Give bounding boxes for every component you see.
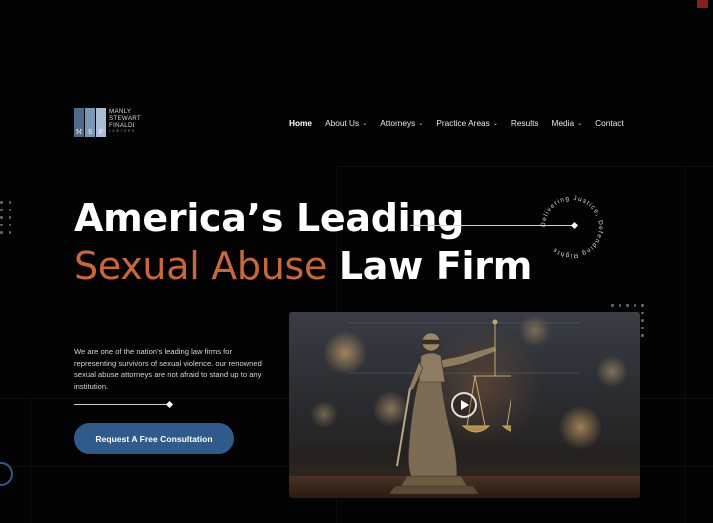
chevron-down-icon: ⌄ bbox=[577, 120, 583, 127]
logo-block: M bbox=[74, 108, 84, 137]
request-consultation-button[interactable]: Request A Free Consultation bbox=[74, 423, 234, 454]
circular-tagline-badge: Delivering Justice, Defending Rights bbox=[540, 195, 604, 259]
hero-title-accent: Sexual Abuse bbox=[74, 244, 328, 288]
lady-justice-statue bbox=[388, 319, 511, 495]
nav-label: About Us bbox=[325, 118, 360, 128]
logo-letter: M bbox=[75, 129, 83, 136]
hero-video[interactable] bbox=[289, 312, 640, 498]
chevron-down-icon: ⌄ bbox=[362, 120, 368, 127]
nav-label: Contact bbox=[595, 118, 624, 128]
main-nav: Home About Us ⌄ Attorneys ⌄ Practice Areas… bbox=[289, 118, 624, 128]
logo-mark: M S F bbox=[74, 108, 106, 137]
play-icon[interactable] bbox=[451, 392, 477, 418]
hero-title-line1: America’s Leading bbox=[74, 196, 465, 240]
logo-line: MANLY bbox=[109, 108, 132, 115]
nav-label: Media bbox=[551, 118, 575, 128]
svg-text:Delivering Justice, Defending: Delivering Justice, Defending Rights bbox=[540, 195, 604, 259]
logo-subline: LAWYERS bbox=[109, 129, 136, 133]
logo-line: STEWART bbox=[109, 115, 142, 122]
logo-wordmark: MANLY STEWART FINALDI LAWYERS bbox=[109, 108, 141, 134]
nav-label: Home bbox=[289, 118, 313, 128]
nav-item-attorneys[interactable]: Attorneys ⌄ bbox=[380, 118, 423, 128]
nav-item-practice-areas[interactable]: Practice Areas ⌄ bbox=[436, 118, 498, 128]
intro-divider bbox=[74, 404, 170, 405]
nav-item-contact[interactable]: Contact bbox=[595, 118, 624, 128]
nav-label: Results bbox=[510, 118, 539, 128]
nav-label: Attorneys bbox=[380, 118, 416, 128]
bg-grid-line bbox=[336, 166, 713, 167]
logo-block: F bbox=[96, 108, 106, 137]
nav-item-about-us[interactable]: About Us ⌄ bbox=[325, 118, 367, 128]
divider-diamond bbox=[165, 400, 174, 409]
nav-item-results[interactable]: Results bbox=[511, 118, 539, 128]
corner-marker bbox=[697, 0, 708, 8]
badge-text: Delivering Justice, Defending Rights bbox=[540, 195, 603, 259]
firm-logo[interactable]: M S F MANLY STEWART FINALDI LAWYERS bbox=[74, 108, 144, 138]
nav-item-home[interactable]: Home bbox=[289, 118, 312, 128]
chevron-down-icon: ⌄ bbox=[492, 120, 498, 127]
hero-intro-text: We are one of the nation’s leading law f… bbox=[74, 347, 262, 391]
hero-title-bold: Law Firm bbox=[338, 244, 533, 288]
logo-line: FINALDI bbox=[109, 122, 135, 129]
logo-block: S bbox=[85, 108, 95, 137]
decorative-dot-grid bbox=[0, 201, 11, 234]
chevron-down-icon: ⌄ bbox=[418, 120, 424, 127]
bg-grid-line bbox=[684, 166, 685, 523]
bg-grid-line bbox=[30, 398, 31, 523]
nav-label: Practice Areas bbox=[436, 118, 490, 128]
logo-letter: S bbox=[87, 129, 93, 136]
logo-letter: F bbox=[98, 129, 104, 136]
hero-title-line2: Sexual Abuse Law Firm bbox=[74, 244, 532, 288]
nav-item-media[interactable]: Media ⌄ bbox=[552, 118, 583, 128]
